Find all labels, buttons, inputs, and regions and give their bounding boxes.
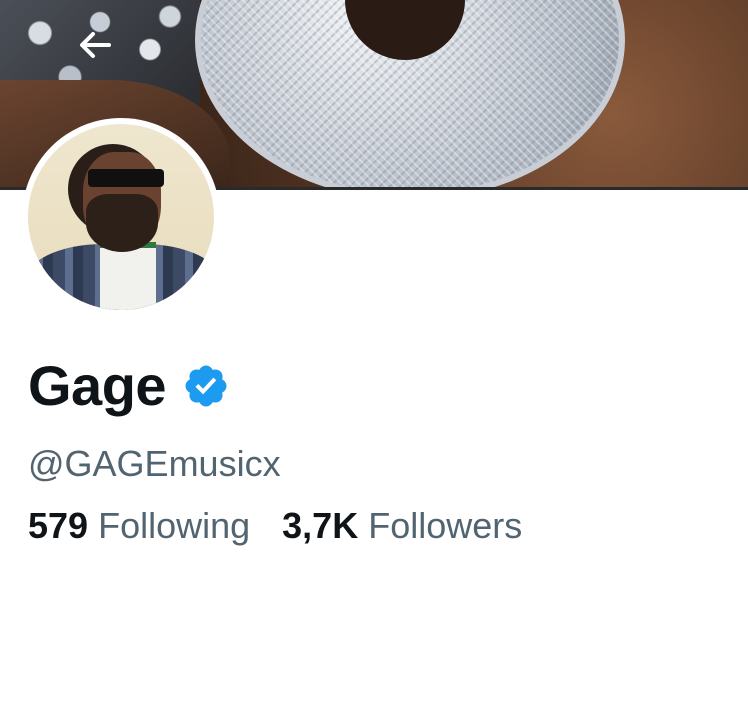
followers-count: 3,7K bbox=[282, 505, 359, 546]
followers-label: Followers bbox=[368, 505, 523, 546]
following-link[interactable]: 579 Following bbox=[28, 508, 250, 544]
back-button[interactable] bbox=[72, 22, 118, 68]
followers-link[interactable]: 3,7K Followers bbox=[282, 508, 522, 544]
display-name-row: Gage bbox=[28, 358, 230, 414]
profile-avatar[interactable] bbox=[22, 118, 220, 316]
following-count: 579 bbox=[28, 505, 89, 546]
user-handle: @GAGEmusicx bbox=[28, 443, 281, 484]
display-name: Gage bbox=[28, 354, 167, 417]
following-label: Following bbox=[98, 505, 251, 546]
arrow-left-icon bbox=[80, 32, 111, 58]
profile-stats: 579 Following 3,7K Followers bbox=[28, 508, 554, 544]
avatar-photo bbox=[28, 124, 214, 310]
banner-pendant-image bbox=[195, 0, 625, 190]
verified-badge-icon[interactable] bbox=[182, 362, 230, 410]
